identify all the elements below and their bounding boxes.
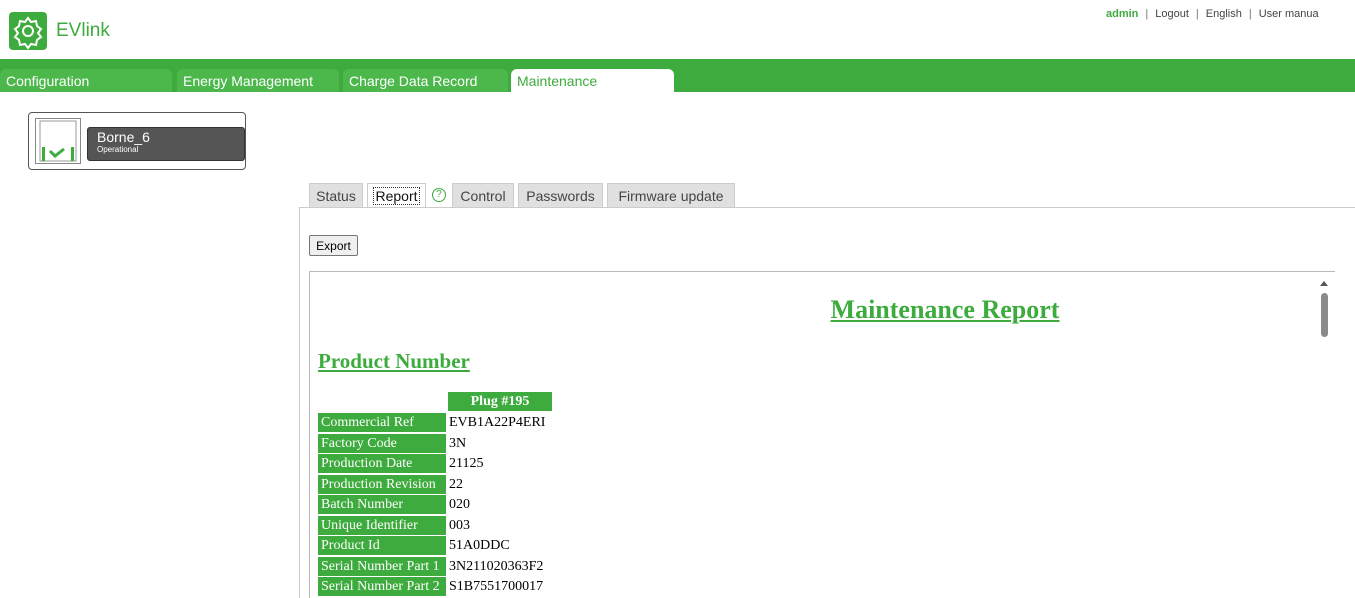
station-card[interactable]: Borne_6 Operational [28, 112, 246, 170]
help-icon[interactable]: ? [432, 188, 446, 202]
tab-report-label: Report [373, 187, 420, 205]
charging-station-icon [35, 118, 81, 164]
row-value-unique-identifier: 003 [449, 518, 470, 533]
language-link[interactable]: English [1206, 8, 1242, 20]
row-value-production-date: 21125 [449, 456, 484, 471]
tab-panel-left-border [299, 207, 300, 598]
tab-status[interactable]: Status [309, 183, 363, 208]
row-value-serial-number-part-1: 3N211020363F2 [449, 559, 544, 574]
row-value-factory-code: 3N [449, 436, 467, 451]
app-name: EVlink [56, 20, 110, 41]
scrollbar-thumb[interactable] [1321, 293, 1328, 337]
row-label-serial-number-part-1: Serial Number Part 1 [318, 557, 446, 576]
tab-energy-management[interactable]: Energy Management [177, 69, 339, 92]
station-name: Borne_6 [97, 129, 150, 145]
export-button[interactable]: Export [309, 235, 358, 256]
station-status: Operational [97, 145, 139, 154]
report-title: Maintenance Report [830, 295, 1060, 324]
tab-charge-data-record[interactable]: Charge Data Record [343, 69, 508, 92]
row-value-commercial-ref: EVB1A22P4ERI [449, 415, 546, 430]
row-label-production-date: Production Date [318, 454, 446, 473]
tab-configuration[interactable]: Configuration [0, 69, 172, 92]
row-value-product-id: 51A0DDC [449, 538, 510, 553]
tab-maintenance[interactable]: Maintenance [511, 69, 674, 92]
station-label[interactable]: Borne_6 Operational [87, 127, 245, 161]
tab-firmware-update[interactable]: Firmware update [607, 183, 735, 208]
user-manual-link[interactable]: User manua [1259, 8, 1319, 20]
row-value-batch-number: 020 [449, 497, 470, 512]
logout-link[interactable]: Logout [1155, 8, 1189, 20]
row-label-commercial-ref: Commercial Ref [318, 413, 446, 432]
tab-control[interactable]: Control [452, 183, 514, 208]
row-value-serial-number-part-2: S1B7551700017 [449, 579, 544, 594]
gear-icon [13, 16, 43, 50]
tab-report[interactable]: Report [367, 183, 426, 208]
plug-column-header: Plug #195 [448, 392, 552, 411]
row-value-production-revision: 22 [449, 477, 463, 492]
row-label-batch-number: Batch Number [318, 495, 446, 514]
section-title: Product Number [318, 349, 470, 373]
row-label-production-revision: Production Revision [318, 475, 446, 494]
evlink-logo [9, 12, 47, 50]
row-label-unique-identifier: Unique Identifier [318, 516, 446, 535]
row-label-serial-number-part-2: Serial Number Part 2 [318, 577, 446, 596]
scroll-up-arrow-icon[interactable] [1320, 281, 1328, 286]
user-links: admin | Logout | English | User manua [1106, 8, 1319, 20]
username: admin [1106, 8, 1139, 20]
tab-passwords[interactable]: Passwords [518, 183, 603, 208]
report-frame[interactable]: Maintenance Report Product Number Plug #… [309, 271, 1335, 598]
tab-panel-border [299, 207, 1355, 208]
row-label-factory-code: Factory Code [318, 434, 446, 453]
row-label-product-id: Product Id [318, 536, 446, 555]
